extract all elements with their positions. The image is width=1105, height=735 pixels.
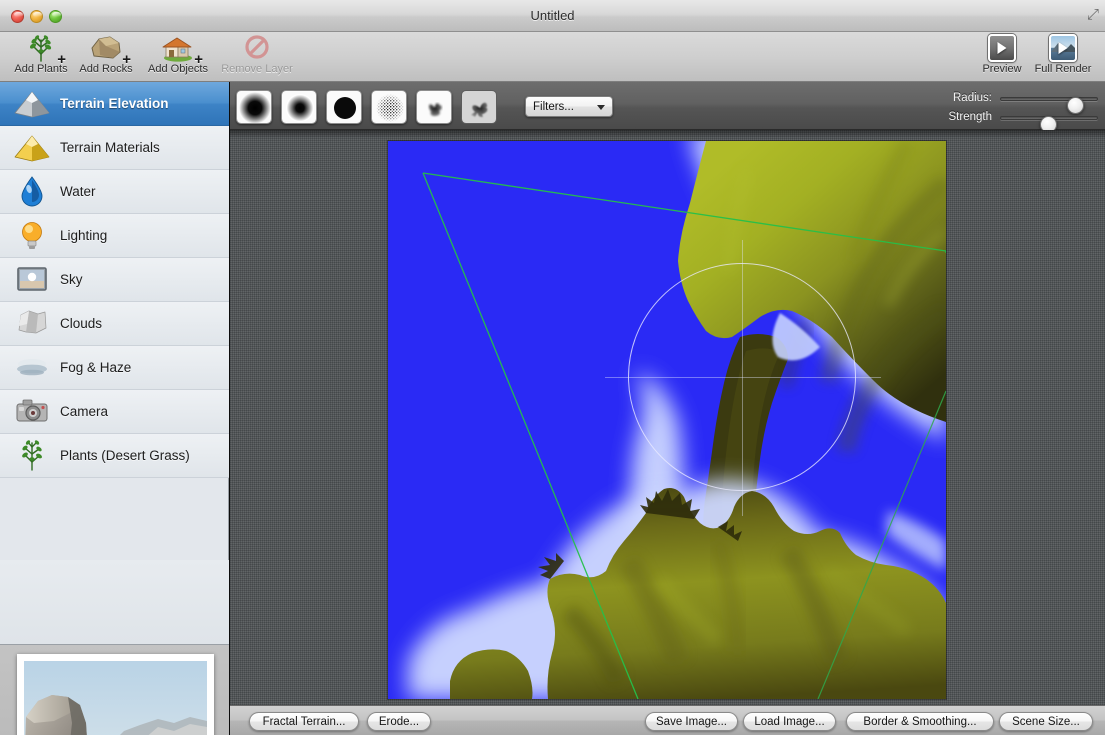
sidebar-item-label: Terrain Materials <box>60 140 160 155</box>
swirl-soft-brush-button[interactable] <box>416 90 452 124</box>
sidebar-item-label: Camera <box>60 404 109 419</box>
sidebar-item-plants-desert-grass[interactable]: Plants (Desert Grass) <box>0 434 229 478</box>
hard-round-brush-button[interactable] <box>326 90 362 124</box>
lightbulb-icon <box>8 218 56 254</box>
remove-layer-button: Remove Layer <box>218 34 296 80</box>
filters-label: Filters... <box>533 101 574 113</box>
sidebar-item-label: Plants (Desert Grass) <box>60 448 190 463</box>
chevron-down-icon <box>597 105 605 110</box>
remove-layer-label: Remove Layer <box>221 63 293 75</box>
sidebar-item-fog-haze[interactable]: Fog & Haze <box>0 346 229 390</box>
add-objects-label: Add Objects <box>148 63 208 75</box>
camera-icon <box>8 394 56 430</box>
border-smoothing-button[interactable]: Border & Smoothing... <box>846 712 994 731</box>
cloud-icon <box>8 306 56 342</box>
strength-slider[interactable] <box>1000 116 1098 133</box>
scene-preview-image <box>24 661 207 735</box>
soft-medium-brush-button[interactable] <box>281 90 317 124</box>
layer-list: Terrain Elevation Terrain Materials Wate… <box>0 82 229 560</box>
scene-size-button[interactable]: Scene Size... <box>999 712 1093 731</box>
plus-badge-icon: + <box>57 51 66 68</box>
window-title: Untitled <box>530 8 575 23</box>
sidebar-item-label: Water <box>60 184 96 199</box>
sky-sun-icon <box>8 262 56 298</box>
heightmap-canvas[interactable] <box>388 141 946 699</box>
full-render-button[interactable]: Full Render <box>1024 34 1102 80</box>
sidebar-item-label: Sky <box>60 272 83 287</box>
fractal-terrain-button[interactable]: Fractal Terrain... <box>249 712 359 731</box>
full-render-label: Full Render <box>1034 63 1092 75</box>
strength-label: Strength <box>948 111 992 123</box>
terrain-canvas-area[interactable] <box>230 130 1105 705</box>
app-window: Untitled ⤢ + Add Plants + Add Rocks + Ad… <box>0 0 1105 735</box>
sidebar-item-sky[interactable]: Sky <box>0 258 229 302</box>
fog-icon <box>8 350 56 386</box>
radius-slider-row: Radius: <box>930 90 1098 114</box>
full-render-icon <box>1024 34 1102 62</box>
plus-badge-icon: + <box>122 51 131 68</box>
filters-dropdown[interactable]: Filters... <box>525 96 613 117</box>
noise-speckle-brush-button[interactable] <box>371 90 407 124</box>
sidebar-item-camera[interactable]: Camera <box>0 390 229 434</box>
sidebar-item-label: Fog & Haze <box>60 360 132 375</box>
layers-sidebar: Terrain Elevation Terrain Materials Wate… <box>0 82 229 735</box>
no-entry-icon <box>218 34 296 62</box>
sidebar-item-label: Clouds <box>60 316 103 331</box>
strength-slider-row: Strength <box>930 109 1098 133</box>
water-drop-icon <box>8 174 56 210</box>
sidebar-item-label: Lighting <box>60 228 108 243</box>
main-toolbar: + Add Plants + Add Rocks + Add Objects R… <box>0 32 1105 82</box>
load-image-button[interactable]: Load Image... <box>743 712 836 731</box>
radius-slider[interactable] <box>1000 97 1098 114</box>
layer-list-empty-area <box>0 560 229 644</box>
bottom-action-bar: Fractal Terrain... Erode... Save Image..… <box>230 705 1105 735</box>
sidebar-item-lighting[interactable]: Lighting <box>0 214 229 258</box>
brush-options-bar: Filters... Radius: Strength <box>230 82 1105 133</box>
soft-large-brush-button[interactable] <box>236 90 272 124</box>
radius-label: Radius: <box>953 92 992 104</box>
plant-icon <box>8 438 56 474</box>
sidebar-item-label: Terrain Elevation <box>60 96 169 111</box>
erode-button[interactable]: Erode... <box>367 712 431 731</box>
scene-preview-pane <box>0 644 229 735</box>
sidebar-item-terrain-elevation[interactable]: Terrain Elevation <box>0 82 229 126</box>
sidebar-item-water[interactable]: Water <box>0 170 229 214</box>
add-rocks-label: Add Rocks <box>79 63 133 75</box>
plus-badge-icon: + <box>194 51 203 68</box>
add-objects-button[interactable]: + Add Objects <box>139 34 217 80</box>
save-image-button[interactable]: Save Image... <box>645 712 738 731</box>
scene-preview-frame[interactable] <box>17 654 214 735</box>
swirl-rough-brush-button[interactable] <box>461 90 497 124</box>
add-rocks-button[interactable]: + Add Rocks <box>67 34 145 80</box>
sidebar-item-clouds[interactable]: Clouds <box>0 302 229 346</box>
resize-grip-icon[interactable]: ⤢ <box>1085 7 1101 23</box>
title-bar: Untitled ⤢ <box>0 0 1105 32</box>
mountain-gold-icon <box>8 130 56 166</box>
mountain-gray-icon <box>8 86 56 122</box>
sidebar-item-terrain-materials[interactable]: Terrain Materials <box>0 126 229 170</box>
house-icon: + <box>139 34 217 68</box>
rock-icon: + <box>67 34 145 68</box>
